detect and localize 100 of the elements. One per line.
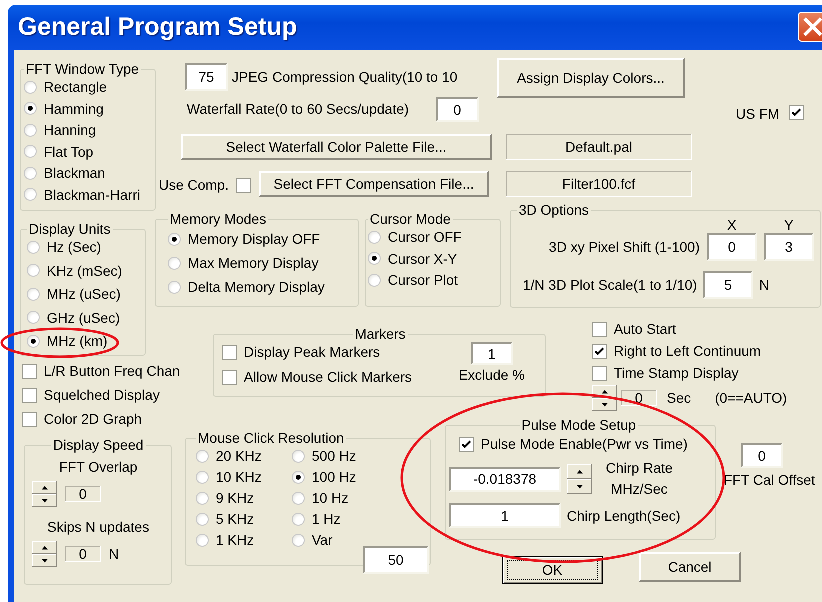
checkbox-label[interactable]: Color 2D Graph bbox=[44, 411, 142, 427]
checkbox-label[interactable]: Display Peak Markers bbox=[244, 344, 380, 360]
radio-button[interactable] bbox=[168, 256, 181, 270]
radio-label[interactable]: Blackman-Harri bbox=[44, 186, 140, 202]
radio-label[interactable]: Cursor OFF bbox=[388, 229, 462, 245]
checkbox-label[interactable]: L/R Button Freq Chan bbox=[44, 363, 180, 379]
palette-file-button[interactable]: Select Waterfall Color Palette File... bbox=[181, 134, 492, 160]
radio-label[interactable]: 10 Hz bbox=[312, 490, 349, 506]
close-button[interactable] bbox=[798, 12, 822, 42]
checkbox[interactable] bbox=[222, 370, 237, 384]
radio-label[interactable]: Cursor Plot bbox=[388, 272, 458, 288]
radio-button[interactable] bbox=[24, 145, 37, 158]
radio-label[interactable]: Var bbox=[312, 532, 333, 548]
radio-button[interactable] bbox=[368, 274, 381, 286]
radio-button[interactable] bbox=[196, 450, 209, 462]
radio-button[interactable] bbox=[24, 166, 37, 180]
checkbox[interactable] bbox=[22, 388, 37, 402]
radio-label[interactable]: 1 Hz bbox=[312, 511, 341, 527]
radio-button[interactable] bbox=[292, 492, 305, 504]
radio-button[interactable] bbox=[292, 470, 305, 484]
radio-button[interactable] bbox=[24, 80, 37, 94]
radio-button[interactable] bbox=[292, 534, 305, 546]
input-field[interactable]: 5 bbox=[703, 271, 754, 299]
checkbox[interactable] bbox=[592, 344, 607, 358]
checkbox[interactable] bbox=[222, 344, 237, 360]
radio-label[interactable]: Memory Display OFF bbox=[188, 231, 320, 247]
radio-button[interactable] bbox=[24, 124, 37, 136]
radio-label[interactable]: Cursor X-Y bbox=[388, 250, 458, 266]
spin-up-button[interactable] bbox=[32, 541, 57, 554]
radio-button[interactable] bbox=[27, 288, 40, 300]
radio-button[interactable] bbox=[196, 512, 209, 526]
checkbox-label[interactable]: Right to Left Continuum bbox=[614, 343, 762, 359]
radio-label[interactable]: GHz (uSec) bbox=[47, 310, 120, 326]
checkbox-label[interactable]: Auto Start bbox=[614, 321, 676, 337]
radio-button[interactable] bbox=[196, 534, 209, 546]
checkbox[interactable] bbox=[22, 412, 37, 426]
radio-label[interactable]: MHz (km) bbox=[47, 333, 108, 349]
checkbox-label[interactable]: Use Comp. bbox=[159, 177, 230, 193]
input-field[interactable]: 1 bbox=[449, 503, 561, 528]
input-field[interactable]: 0 bbox=[436, 97, 479, 122]
radio-label[interactable]: 10 KHz bbox=[216, 469, 262, 485]
radio-label[interactable]: Flat Top bbox=[44, 144, 94, 160]
checkbox-label[interactable]: Allow Mouse Click Markers bbox=[244, 369, 412, 385]
input-field[interactable]: 1 bbox=[470, 342, 513, 365]
radio-label[interactable]: Blackman bbox=[44, 165, 106, 181]
radio-button[interactable] bbox=[196, 470, 209, 484]
radio-label[interactable]: 20 KHz bbox=[216, 448, 262, 464]
radio-button[interactable] bbox=[168, 232, 181, 246]
radio-label[interactable]: Hanning bbox=[44, 122, 96, 138]
radio-label[interactable]: Delta Memory Display bbox=[188, 279, 325, 295]
input-field[interactable]: -0.018378 bbox=[449, 466, 561, 492]
radio-button[interactable] bbox=[292, 450, 305, 462]
input-field[interactable]: 0 bbox=[707, 233, 757, 261]
spin-down-button[interactable] bbox=[592, 398, 617, 411]
compensation-file-button[interactable]: Select FFT Compensation File... bbox=[259, 171, 489, 197]
radio-button[interactable] bbox=[24, 188, 37, 201]
radio-button[interactable] bbox=[196, 492, 209, 504]
radio-button[interactable] bbox=[27, 240, 40, 254]
radio-button[interactable] bbox=[368, 230, 381, 244]
input-field[interactable]: 0 bbox=[741, 443, 783, 468]
spin-down-button[interactable] bbox=[32, 554, 57, 567]
radio-label[interactable]: 100 Hz bbox=[312, 469, 356, 485]
radio-label[interactable]: Rectangle bbox=[44, 79, 108, 95]
checkbox-label[interactable]: Squelched Display bbox=[44, 387, 160, 403]
radio-label[interactable]: 5 KHz bbox=[216, 511, 254, 527]
radio-button[interactable] bbox=[27, 264, 40, 277]
checkbox[interactable] bbox=[236, 178, 251, 193]
radio-button[interactable] bbox=[168, 280, 181, 294]
checkbox[interactable] bbox=[789, 105, 804, 120]
input-field[interactable]: 75 bbox=[185, 63, 228, 91]
input-field[interactable]: 50 bbox=[363, 546, 429, 574]
cancel-button[interactable]: Cancel bbox=[639, 552, 741, 582]
radio-label[interactable]: Max Memory Display bbox=[188, 255, 319, 271]
radio-label[interactable]: 500 Hz bbox=[312, 448, 356, 464]
radio-button[interactable] bbox=[27, 334, 40, 348]
radio-label[interactable]: Hamming bbox=[44, 100, 104, 116]
radio-label[interactable]: 1 KHz bbox=[216, 532, 254, 548]
radio-button[interactable] bbox=[24, 102, 37, 115]
checkbox[interactable] bbox=[22, 364, 37, 378]
radio-button[interactable] bbox=[368, 252, 381, 265]
radio-label[interactable]: KHz (mSec) bbox=[47, 262, 122, 278]
input-field[interactable]: 3 bbox=[764, 233, 814, 261]
spin-down-button[interactable] bbox=[567, 479, 592, 494]
radio-label[interactable]: MHz (uSec) bbox=[47, 286, 121, 302]
checkbox[interactable] bbox=[459, 436, 474, 452]
checkbox-label[interactable]: Time Stamp Display bbox=[614, 365, 739, 381]
checkbox-label[interactable]: Pulse Mode Enable(Pwr vs Time) bbox=[481, 436, 688, 452]
spin-up-button[interactable] bbox=[567, 464, 592, 479]
radio-label[interactable]: 9 KHz bbox=[216, 490, 254, 506]
checkbox-label[interactable]: US FM bbox=[736, 106, 780, 122]
spin-up-button[interactable] bbox=[32, 481, 57, 494]
spin-down-button[interactable] bbox=[32, 494, 57, 507]
checkbox[interactable] bbox=[592, 366, 607, 380]
radio-button[interactable] bbox=[292, 512, 305, 526]
checkbox[interactable] bbox=[592, 322, 607, 336]
assign-colors-button[interactable]: Assign Display Colors... bbox=[497, 58, 685, 98]
ok-button[interactable]: OK bbox=[502, 556, 603, 584]
caret-down-icon bbox=[602, 402, 608, 406]
radio-label[interactable]: Hz (Sec) bbox=[47, 239, 102, 255]
radio-button[interactable] bbox=[27, 311, 40, 324]
